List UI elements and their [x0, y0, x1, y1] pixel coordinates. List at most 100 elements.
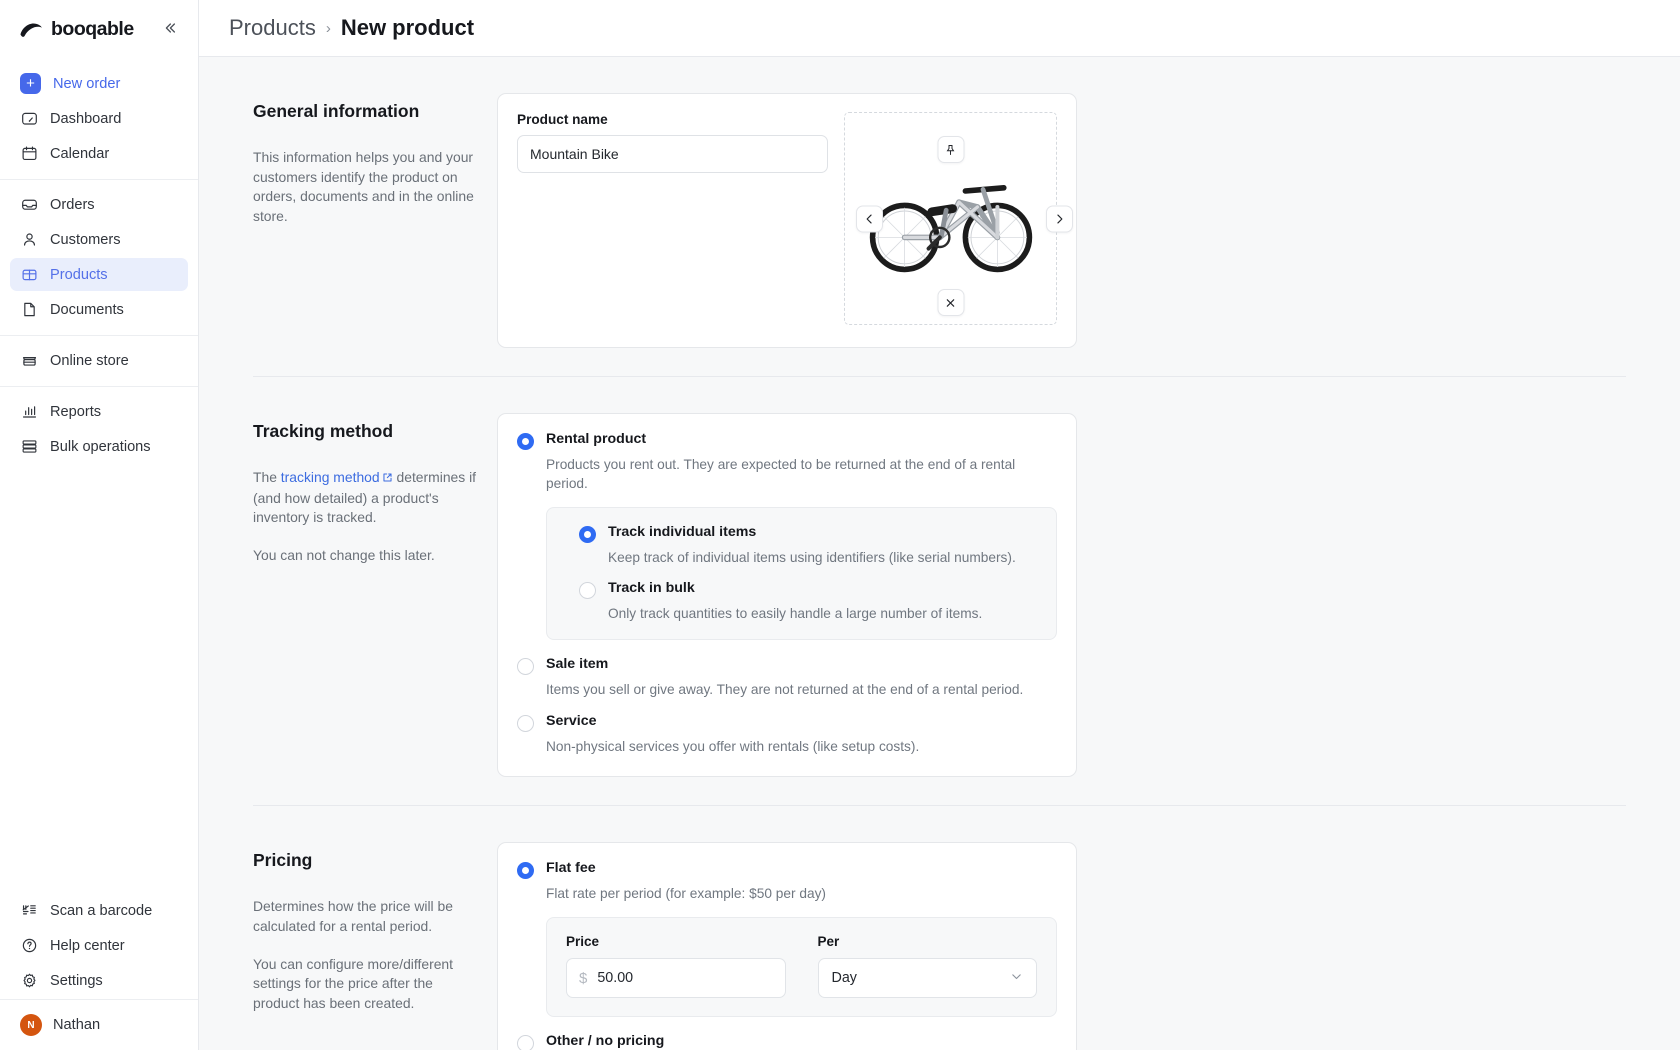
sidebar-item-online-store[interactable]: Online store: [10, 344, 188, 377]
price-input-wrapper[interactable]: $: [566, 958, 786, 999]
close-icon[interactable]: [937, 289, 964, 316]
brand-name: booqable: [51, 18, 134, 40]
radio-rental-product[interactable]: [517, 433, 534, 450]
tracking-options-card: Rental product Products you rent out. Th…: [497, 413, 1077, 778]
tracking-method-link[interactable]: tracking method: [281, 469, 380, 485]
tracking-suboption-individual[interactable]: Track individual items Keep track of ind…: [579, 524, 1037, 567]
tracking-suboption-bulk[interactable]: Track in bulk Only track quantities to e…: [579, 580, 1037, 623]
section-tracking-method: Tracking method The tracking method dete…: [253, 376, 1626, 778]
nav-group-store: Online store: [0, 335, 198, 386]
tracking-option-description: Items you sell or give away. They are no…: [546, 681, 1024, 697]
pricing-sidecopy: Pricing Determines how the price will be…: [253, 842, 497, 1050]
tracking-option-label: Rental product: [546, 431, 647, 447]
tracking-subpanel: Track individual items Keep track of ind…: [546, 507, 1057, 640]
question-circle-icon: [20, 937, 38, 955]
radio-track-individual-items[interactable]: [579, 526, 596, 544]
tracking-suboption-description: Only track quantities to easily handle a…: [608, 605, 983, 621]
sidebar-item-help-center[interactable]: Help center: [10, 929, 188, 962]
sidebar-item-label: Scan a barcode: [50, 902, 153, 919]
per-selected-value: Day: [831, 970, 857, 987]
bar-chart-icon: [20, 403, 38, 421]
sidebar-item-dashboard[interactable]: Dashboard: [10, 102, 188, 135]
radio-other-no-pricing[interactable]: [517, 1035, 534, 1050]
general-info-title: General information: [253, 101, 420, 121]
top-bar: Products › New product: [199, 0, 1680, 57]
sidebar-item-documents[interactable]: Documents: [10, 293, 188, 326]
tracking-desc-prefix: The: [253, 469, 281, 485]
tracking-option-label: Service: [546, 712, 597, 729]
currency-symbol: $: [579, 969, 588, 987]
box-icon: [20, 266, 38, 284]
sidebar-item-label: Reports: [50, 403, 102, 420]
price-field-group: Price $: [566, 934, 786, 999]
sidebar-item-label: Bulk operations: [50, 438, 151, 455]
sidebar-item-settings[interactable]: Settings: [10, 964, 188, 997]
tracking-option-service[interactable]: Service Non-physical services you offer …: [517, 713, 1057, 756]
barcode-scanner-icon: [20, 902, 38, 920]
main-area: Products › New product General informati…: [199, 0, 1680, 1050]
breadcrumb-products-link[interactable]: Products: [229, 15, 316, 41]
chevron-left-icon[interactable]: [856, 205, 883, 232]
radio-track-in-bulk[interactable]: [579, 581, 596, 599]
sidebar-item-label: Documents: [50, 301, 124, 318]
collapse-sidebar-button[interactable]: [158, 18, 182, 42]
radio-service[interactable]: [517, 714, 534, 732]
sidebar-item-label: Settings: [50, 972, 103, 989]
pin-icon[interactable]: [937, 136, 964, 163]
sidebar-item-new-order[interactable]: + New order: [10, 67, 188, 100]
gauge-icon: [20, 110, 38, 128]
chevron-right-icon[interactable]: [1046, 205, 1073, 232]
sidebar-item-orders[interactable]: Orders: [10, 188, 188, 221]
pricing-options-card: Flat fee Flat rate per period (for examp…: [497, 842, 1077, 1050]
pricing-option-flat-fee[interactable]: Flat fee Flat rate per period (for examp…: [517, 860, 1057, 1018]
tracking-option-description: Products you rent out. They are expected…: [546, 457, 1016, 492]
sidebar-item-label: Online store: [50, 352, 129, 369]
tracking-suboption-description: Keep track of individual items using ide…: [608, 550, 1016, 566]
sidebar-item-calendar[interactable]: Calendar: [10, 137, 188, 170]
booqable-logo-icon: [19, 21, 46, 39]
sidebar-item-label: Dashboard: [50, 110, 122, 127]
price-input[interactable]: [597, 970, 773, 987]
section-pricing: Pricing Determines how the price will be…: [253, 805, 1626, 1050]
general-info-description: This information helps you and your cust…: [253, 149, 474, 225]
layers-icon: [20, 438, 38, 456]
brand-logo[interactable]: booqable: [19, 18, 134, 41]
per-field-group: Per Day: [817, 934, 1037, 999]
pricing-option-label: Flat fee: [546, 860, 596, 877]
sidebar-item-label: Calendar: [50, 145, 110, 162]
pricing-description-2: You can configure more/different setting…: [253, 955, 454, 1011]
radio-flat-fee[interactable]: [517, 862, 534, 880]
nav-group-insights: Reports Bulk operations: [0, 386, 198, 472]
pricing-option-description: Flat rate per period (for example: $50 p…: [546, 886, 826, 902]
price-label: Price: [566, 934, 600, 950]
radio-sale-item[interactable]: [517, 657, 534, 675]
sidebar-item-label: New order: [53, 75, 121, 92]
tracking-suboption-label: Track in bulk: [608, 579, 695, 596]
tracking-option-sale[interactable]: Sale item Items you sell or give away. T…: [517, 656, 1057, 699]
sidebar-item-scan-barcode[interactable]: Scan a barcode: [10, 894, 188, 927]
tracking-description-note: You can not change this later.: [253, 547, 435, 564]
per-select[interactable]: Day: [817, 958, 1037, 999]
sidebar-item-bulk-operations[interactable]: Bulk operations: [10, 430, 188, 463]
gear-icon: [20, 972, 38, 990]
storefront-icon: [20, 352, 38, 370]
sidebar-item-reports[interactable]: Reports: [10, 395, 188, 428]
sidebar-user-account[interactable]: N Nathan: [0, 999, 198, 1050]
product-name-field-group: Product name: [517, 112, 828, 325]
page-title: New product: [340, 15, 475, 40]
tracking-option-rental[interactable]: Rental product Products you rent out. Th…: [517, 431, 1057, 640]
sidebar-item-customers[interactable]: Customers: [10, 223, 188, 256]
sidebar-item-label: Products: [50, 266, 108, 283]
product-image-dropzone[interactable]: [844, 112, 1073, 325]
calendar-icon: [20, 145, 38, 163]
tracking-option-description: Non-physical services you offer with ren…: [546, 738, 920, 754]
general-info-card: Product name: [497, 93, 1077, 348]
sidebar-footer-nav: Scan a barcode Help center Settings: [0, 892, 198, 999]
sidebar-item-products[interactable]: Products: [10, 258, 188, 291]
pricing-option-other[interactable]: Other / no pricing Fixed fee, pricing st…: [517, 1033, 1057, 1050]
nav-group-records: Orders Customers Products Documents: [0, 179, 198, 335]
product-name-input[interactable]: [517, 135, 828, 173]
nav-group-primary: + New order Dashboard Calendar: [0, 59, 198, 179]
sidebar-item-label: Help center: [50, 937, 125, 954]
